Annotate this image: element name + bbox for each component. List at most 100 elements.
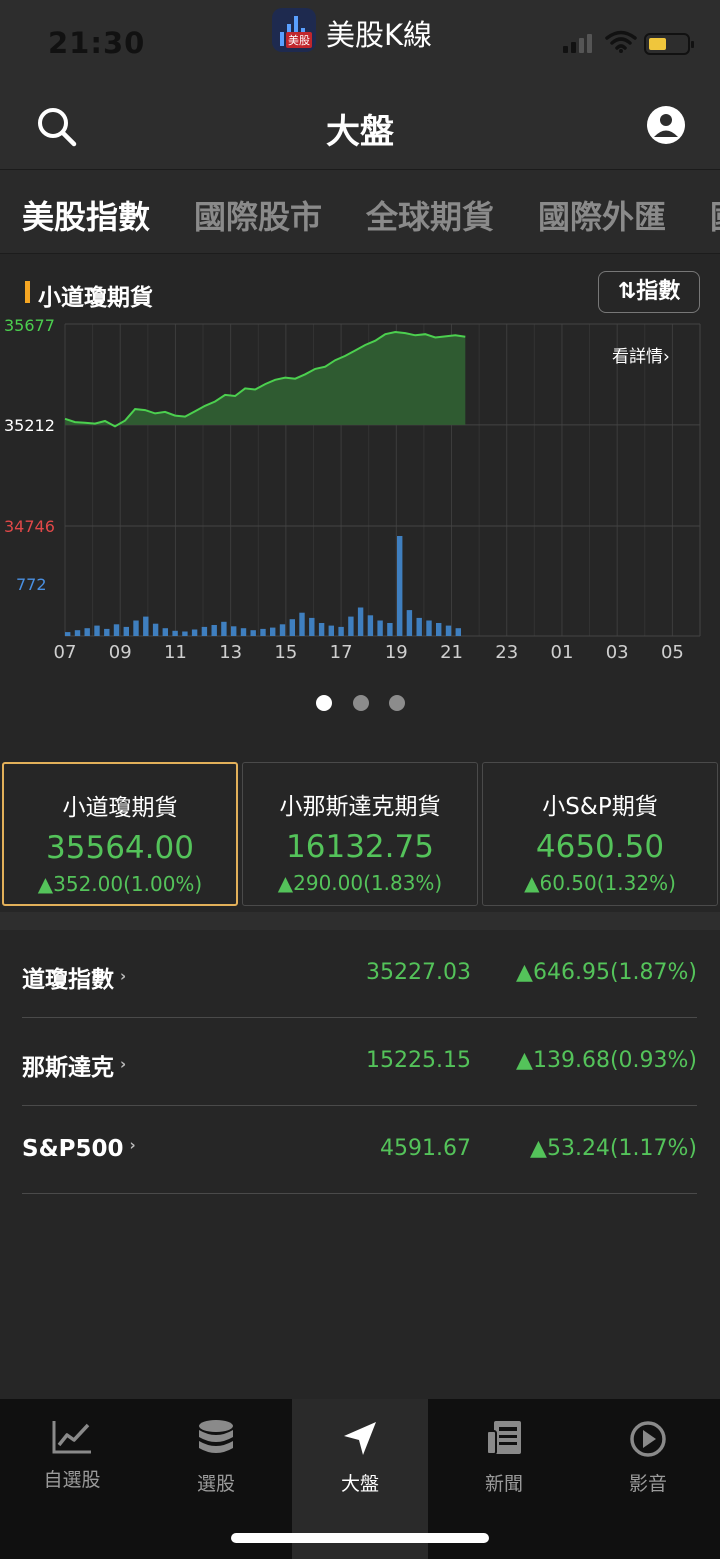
line-chart-icon (52, 1421, 91, 1454)
volume-bar (240, 628, 247, 636)
details-link[interactable]: 看詳情› (612, 342, 670, 367)
battery-icon (644, 33, 694, 55)
volume-bar (231, 626, 237, 636)
volume-bar (221, 621, 227, 636)
volume-bar (406, 610, 413, 636)
database-icon (199, 1420, 233, 1453)
nav-label: 選股 (196, 1473, 235, 1495)
intraday-chart[interactable]: 35677 35212 34746 772 07 09 11 13 15 17 19 21 23 01 03… (0, 316, 720, 670)
futures-card-mini-nasdaq[interactable]: 小那斯達克期貨 16132.75 ▲290.00(1.83%) (242, 762, 478, 906)
index-row-sp500[interactable]: S&P500 › 4591.67 ▲53.24(1.17%) (22, 1106, 697, 1194)
index-value: 4591.67 (380, 1136, 471, 1161)
volume-bar (426, 620, 432, 636)
section-divider (0, 912, 720, 930)
app-logo-tag: 美股 (286, 32, 312, 48)
tab-us-indices[interactable]: 美股指數 (22, 192, 150, 238)
futures-card-name: 小S&P期貨 (542, 794, 658, 820)
volume-bar (377, 620, 383, 636)
app-name: 美股K線 (326, 18, 433, 52)
volume-axis-label: 772 (16, 575, 47, 594)
futures-card-change: ▲290.00(1.83%) (277, 871, 443, 895)
tab-international-stocks[interactable]: 國際股市 (194, 192, 322, 238)
home-indicator (231, 1533, 489, 1543)
futures-card-mini-dow[interactable]: 小道瓊期貨 35564.00 ▲352.00(1.00%) (2, 762, 238, 906)
cell-signal-icon (563, 34, 595, 53)
newspaper-icon (486, 1421, 521, 1455)
play-circle-icon (630, 1421, 666, 1457)
nav-market-overview[interactable]: 大盤 (288, 1399, 432, 1509)
volume-bar (104, 628, 110, 636)
volume-bar (113, 624, 120, 636)
nav-stock-picker[interactable]: 選股 (144, 1399, 288, 1509)
volume-bar (162, 628, 168, 636)
x-tick-label: 17 (330, 642, 353, 663)
price-axis-ref: 35212 (4, 416, 55, 435)
futures-card-name: 小道瓊期貨 (62, 795, 178, 821)
futures-card-price: 35564.00 (46, 830, 194, 866)
volume-bar (367, 615, 374, 636)
pager-dot-2[interactable] (353, 695, 369, 711)
index-name: S&P500 (22, 1136, 124, 1162)
nav-video[interactable]: 影音 (576, 1399, 720, 1509)
volume-bar (201, 626, 208, 636)
wifi-icon (605, 30, 637, 53)
volume-bar (270, 627, 276, 636)
x-tick-label: 15 (274, 642, 297, 663)
volume-bar (436, 623, 442, 636)
price-axis-low: 34746 (4, 517, 55, 536)
volume-bar (94, 625, 100, 636)
volume-bar (299, 612, 305, 636)
x-tick-label: 09 (109, 642, 132, 663)
nav-label: 自選股 (43, 1469, 101, 1491)
index-toggle-button[interactable]: ⇅指數 (598, 271, 700, 313)
volume-bar (279, 624, 286, 636)
volume-bar (387, 623, 393, 636)
chart-title: 小道瓊期貨 (38, 285, 153, 311)
index-row-nasdaq[interactable]: 那斯達克 › 15225.15 ▲139.68(0.93%) (22, 1018, 697, 1106)
volume-bar (133, 620, 139, 636)
futures-card-mini-sp[interactable]: 小S&P期貨 4650.50 ▲60.50(1.32%) (482, 762, 718, 906)
price-axis-high: 35677 (4, 316, 55, 335)
tab-global-futures[interactable]: 全球期貨 (366, 192, 494, 238)
volume-bar (455, 628, 461, 636)
user-account-icon[interactable] (646, 105, 686, 145)
status-time: 21:30 (48, 26, 146, 60)
volume-bar (65, 632, 71, 636)
futures-card-change: ▲60.50(1.32%) (524, 871, 676, 895)
index-row-dow[interactable]: 道瓊指數 › 35227.03 ▲646.95(1.87%) (22, 930, 697, 1018)
chevron-right-icon: › (120, 967, 127, 985)
volume-bar (416, 617, 422, 636)
tab-forex[interactable]: 國際外匯 (538, 192, 666, 238)
volume-bar (289, 619, 295, 636)
volume-bars (65, 536, 461, 636)
x-tick-label: 21 (440, 642, 463, 663)
nav-news[interactable]: 新聞 (432, 1399, 576, 1509)
app-logo-icon: 美股 (272, 8, 316, 52)
volume-bar (445, 625, 452, 636)
volume-bar (191, 629, 198, 636)
nav-watchlist[interactable]: 自選股 (0, 1399, 144, 1509)
x-tick-label: 19 (385, 642, 408, 663)
nav-label: 影音 (628, 1473, 667, 1495)
volume-bar (338, 626, 344, 636)
volume-bar (152, 623, 159, 636)
pager-dot-3[interactable] (389, 695, 405, 711)
volume-bar (328, 625, 334, 636)
index-change: ▲53.24(1.17%) (530, 1136, 697, 1161)
index-change: ▲646.95(1.87%) (516, 960, 697, 985)
x-tick-label: 07 (54, 642, 77, 663)
x-tick-label: 03 (606, 642, 629, 663)
volume-bar (397, 536, 403, 636)
chevron-right-icon: › (120, 1055, 127, 1073)
volume-bar (123, 626, 129, 636)
x-tick-label: 23 (495, 642, 518, 663)
volume-bar (250, 630, 256, 636)
volume-bar (348, 616, 354, 636)
x-tick-label: 11 (164, 642, 187, 663)
tab-next-partial[interactable]: 國 (710, 192, 720, 238)
index-value: 35227.03 (366, 960, 471, 985)
index-name: 那斯達克 (22, 1055, 114, 1081)
x-tick-label: 01 (551, 642, 574, 663)
pager-dot-1[interactable] (316, 695, 332, 711)
volume-bar (318, 623, 325, 636)
